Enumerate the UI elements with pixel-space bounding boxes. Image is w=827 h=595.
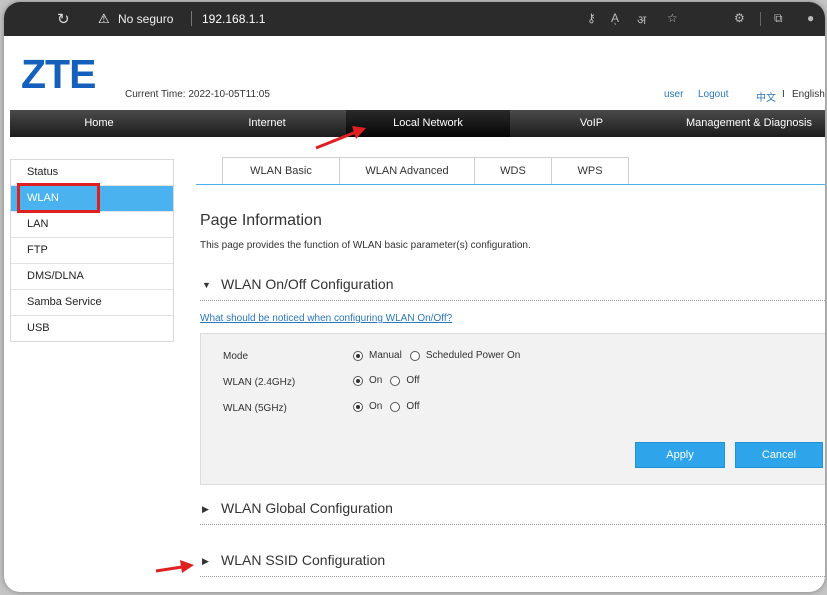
sidebar-item-ftp[interactable]: FTP xyxy=(11,238,173,264)
toolbar-divider xyxy=(760,12,761,26)
wlan24-off-label: Off xyxy=(406,375,420,386)
sidebar-item-usb[interactable]: USB xyxy=(11,316,173,341)
nav-management-diagnosis[interactable]: Management & Diagnosis xyxy=(673,110,825,137)
current-time-label: Current Time: xyxy=(125,89,186,100)
tab-wlan-basic[interactable]: WLAN Basic xyxy=(222,157,340,184)
favorite-icon[interactable]: ☆ xyxy=(667,11,678,25)
sidebar-item-samba[interactable]: Samba Service xyxy=(11,290,173,316)
wlan24-on-radio[interactable] xyxy=(353,375,363,386)
reload-icon[interactable]: ↻ xyxy=(57,10,70,28)
section-wlan-ssid[interactable]: ▶ WLAN SSID Configuration xyxy=(200,550,825,577)
extensions-icon[interactable]: ⚙ xyxy=(734,11,745,25)
page-description: This page provides the function of WLAN … xyxy=(200,240,531,251)
tab-wlan-advanced[interactable]: WLAN Advanced xyxy=(339,157,475,184)
cancel-button[interactable]: Cancel xyxy=(735,442,823,468)
expanded-arrow-icon: ▼ xyxy=(202,280,211,290)
mode-manual-label: Manual xyxy=(369,350,402,361)
zte-logo: ZTE xyxy=(21,51,96,97)
logout-link[interactable]: Logout xyxy=(698,89,729,100)
wlan5-radio-group: On Off xyxy=(353,401,428,412)
browser-frame: ↻ ⚠ No seguro 192.168.1.1 ⚷ Aͅ अ ☆ ⚙ ⧉ ●… xyxy=(4,2,825,592)
sidebar-item-lan[interactable]: LAN xyxy=(11,212,173,238)
warning-icon[interactable]: ⚠ xyxy=(98,11,110,27)
nav-home[interactable]: Home xyxy=(10,110,188,137)
tab-wps[interactable]: WPS xyxy=(551,157,629,184)
collections-icon[interactable]: ⧉ xyxy=(774,11,783,26)
address-divider xyxy=(191,11,192,26)
notice-help-link[interactable]: What should be noticed when configuring … xyxy=(200,313,452,324)
main-nav: Home Internet Local Network VoIP Managem… xyxy=(10,110,825,137)
lang-separator: I xyxy=(782,89,785,100)
wlan5-on-label: On xyxy=(369,401,383,412)
section-title-global: WLAN Global Configuration xyxy=(221,500,393,516)
tab-bar: WLAN Basic WLAN Advanced WDS WPS xyxy=(196,157,825,185)
lang-english-link[interactable]: English xyxy=(792,89,825,100)
wlan5-on-radio[interactable] xyxy=(353,401,363,412)
page-title: Page Information xyxy=(200,212,322,229)
section-wlan-onoff[interactable]: ▼ WLAN On/Off Configuration xyxy=(200,274,825,301)
current-time: Current Time: 2022-10-05T11:05 xyxy=(125,89,270,100)
section-title-onoff: WLAN On/Off Configuration xyxy=(221,276,394,292)
profile-icon[interactable]: ● xyxy=(807,11,814,25)
annotation-highlight-box xyxy=(17,183,100,213)
mode-scheduled-label: Scheduled Power On xyxy=(425,350,521,361)
user-link[interactable]: user xyxy=(664,89,683,100)
wlan5-off-radio[interactable] xyxy=(390,401,401,412)
wlan24-label: WLAN (2.4GHz) xyxy=(223,377,296,388)
wlan24-on-label: On xyxy=(369,375,383,386)
lang-chinese-link[interactable]: 中文 xyxy=(756,89,776,104)
wlan5-label: WLAN (5GHz) xyxy=(223,403,287,414)
wlan24-radio-group: On Off xyxy=(353,375,428,386)
current-time-value: 2022-10-05T11:05 xyxy=(188,89,270,100)
mode-radio-group: Manual Scheduled Power On xyxy=(353,350,528,361)
nav-voip[interactable]: VoIP xyxy=(510,110,673,137)
wlan24-off-radio[interactable] xyxy=(390,375,401,386)
apply-button[interactable]: Apply xyxy=(635,442,725,468)
onoff-config-panel: Mode Manual Scheduled Power On WLAN (2.4… xyxy=(200,333,825,485)
security-label[interactable]: No seguro xyxy=(118,12,173,26)
translate-icon[interactable]: अ xyxy=(637,11,646,28)
address-bar[interactable]: 192.168.1.1 xyxy=(202,12,265,26)
annotation-arrow-icon xyxy=(315,126,366,150)
mode-manual-radio[interactable] xyxy=(353,350,363,361)
tab-wds[interactable]: WDS xyxy=(474,157,552,184)
read-aloud-icon[interactable]: Aͅ xyxy=(611,11,619,25)
section-wlan-global[interactable]: ▶ WLAN Global Configuration xyxy=(200,498,825,525)
mode-label: Mode xyxy=(223,351,249,362)
browser-toolbar: ↻ ⚠ No seguro 192.168.1.1 ⚷ Aͅ अ ☆ ⚙ ⧉ ● xyxy=(4,2,825,36)
sidebar-item-dms-dlna[interactable]: DMS/DLNA xyxy=(11,264,173,290)
wlan5-off-label: Off xyxy=(406,401,420,412)
key-icon[interactable]: ⚷ xyxy=(587,11,596,25)
collapsed-arrow-icon: ▶ xyxy=(202,556,209,566)
mode-scheduled-radio[interactable] xyxy=(409,350,420,361)
annotation-arrow-icon xyxy=(155,560,194,573)
section-title-ssid: WLAN SSID Configuration xyxy=(221,552,386,568)
collapsed-arrow-icon: ▶ xyxy=(202,504,209,514)
